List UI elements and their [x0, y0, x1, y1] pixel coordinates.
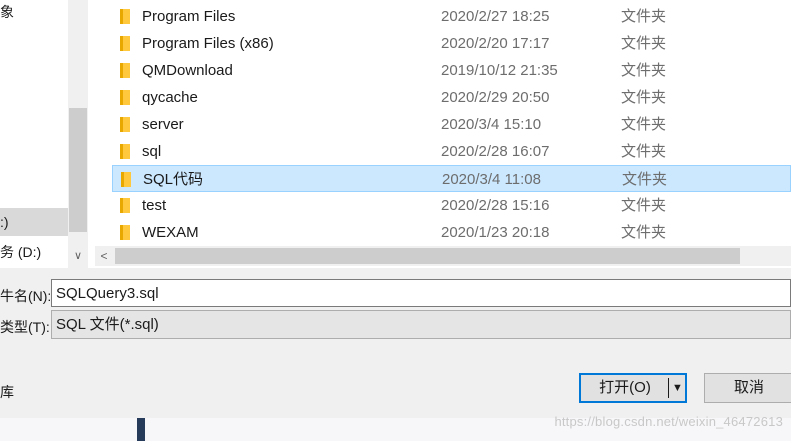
horizontal-scrollbar-thumb[interactable]: [115, 248, 740, 264]
file-row[interactable]: Program Files (x86) 2020/2/20 17:17 文件夹: [112, 30, 791, 57]
nav-scrollbar-thumb[interactable]: [69, 108, 87, 232]
file-row[interactable]: QMDownload 2019/10/12 21:35 文件夹: [112, 57, 791, 84]
file-modified-date: 2020/2/20 17:17: [441, 35, 550, 52]
folder-icon: [120, 144, 130, 159]
file-row[interactable]: sql 2020/2/28 16:07 文件夹: [112, 138, 791, 165]
filename-input[interactable]: [51, 279, 791, 307]
filetype-label: 类型(T):: [0, 319, 50, 335]
triangle-down-icon[interactable]: ▼: [670, 375, 685, 401]
file-modified-date: 2020/2/28 16:07: [441, 143, 550, 160]
file-name: Program Files (x86): [142, 35, 274, 52]
open-button-label[interactable]: 打开(O): [581, 375, 669, 401]
file-row[interactable]: WEXAM 2020/1/23 20:18 文件夹: [112, 219, 791, 246]
folder-icon: [120, 198, 130, 213]
open-button[interactable]: 打开(O) ▼: [579, 373, 687, 403]
file-name: server: [142, 116, 184, 133]
file-modified-date: 2020/1/23 20:18: [441, 224, 550, 241]
chevron-left-icon[interactable]: <: [95, 246, 113, 266]
file-list: Program Files 2020/2/27 18:25 文件夹 Program F…: [95, 0, 791, 245]
file-name: qycache: [142, 89, 198, 106]
file-dialog: 象:) 务 (D:) ∨ Program Files 2020/2/27 18:25…: [0, 0, 791, 418]
file-type: 文件夹: [621, 8, 667, 25]
file-modified-date: 2020/2/27 18:25: [441, 8, 550, 25]
chevron-down-icon[interactable]: ∨: [68, 244, 88, 268]
file-name: WEXAM: [142, 224, 199, 241]
nav-item[interactable]: :): [0, 208, 68, 236]
file-row[interactable]: qycache 2020/2/29 20:50 文件夹: [112, 84, 791, 111]
file-type: 文件夹: [621, 116, 667, 133]
file-type: 文件夹: [621, 35, 667, 52]
file-type: 文件夹: [621, 143, 667, 160]
file-row[interactable]: SQL代码 2020/3/4 11:08 文件夹: [112, 165, 791, 192]
split-divider: [668, 378, 669, 398]
folder-icon: [121, 172, 131, 187]
folder-icon: [120, 63, 130, 78]
file-name: Program Files: [142, 8, 236, 25]
folder-icon: [120, 117, 130, 132]
nav-item[interactable]: 务 (D:): [0, 238, 41, 266]
file-type: 文件夹: [621, 197, 667, 214]
file-modified-date: 2020/3/4 15:10: [441, 116, 542, 133]
file-name: test: [142, 197, 167, 214]
file-name: sql: [142, 143, 162, 160]
file-row[interactable]: server 2020/3/4 15:10 文件夹: [112, 111, 791, 138]
filename-label: 牛名(N):: [0, 288, 52, 304]
file-type: 文件夹: [621, 62, 667, 79]
file-name: QMDownload: [142, 62, 233, 79]
horizontal-scrollbar[interactable]: <: [95, 246, 791, 266]
watermark: https://blog.csdn.net/weixin_46472613: [554, 414, 783, 429]
file-modified-date: 2020/2/29 20:50: [441, 89, 550, 106]
folder-icon: [120, 36, 130, 51]
nav-item[interactable]: 象: [0, 0, 14, 26]
file-type: 文件夹: [622, 171, 668, 188]
file-type: 文件夹: [621, 89, 667, 106]
navigation-pane: 象:) 务 (D:) ∨: [0, 0, 88, 268]
filetype-select[interactable]: SQL 文件(*.sql): [51, 310, 791, 339]
folder-icon: [120, 225, 130, 240]
file-row[interactable]: Program Files 2020/2/27 18:25 文件夹: [112, 3, 791, 30]
libraries-toggle[interactable]: 库: [0, 382, 14, 402]
cancel-button[interactable]: 取消: [704, 373, 791, 403]
folder-icon: [120, 9, 130, 24]
file-modified-date: 2019/10/12 21:35: [441, 62, 558, 79]
file-type: 文件夹: [621, 224, 667, 241]
file-name: SQL代码: [143, 171, 204, 188]
background-accent: [137, 418, 145, 441]
file-modified-date: 2020/3/4 11:08: [442, 171, 541, 188]
folder-icon: [120, 90, 130, 105]
dialog-footer: 牛名(N): 类型(T): SQL 文件(*.sql) 库 打开(O) ▼ 取消: [0, 268, 791, 418]
file-modified-date: 2020/2/28 15:16: [441, 197, 550, 214]
file-row[interactable]: test 2020/2/28 15:16 文件夹: [112, 192, 791, 219]
